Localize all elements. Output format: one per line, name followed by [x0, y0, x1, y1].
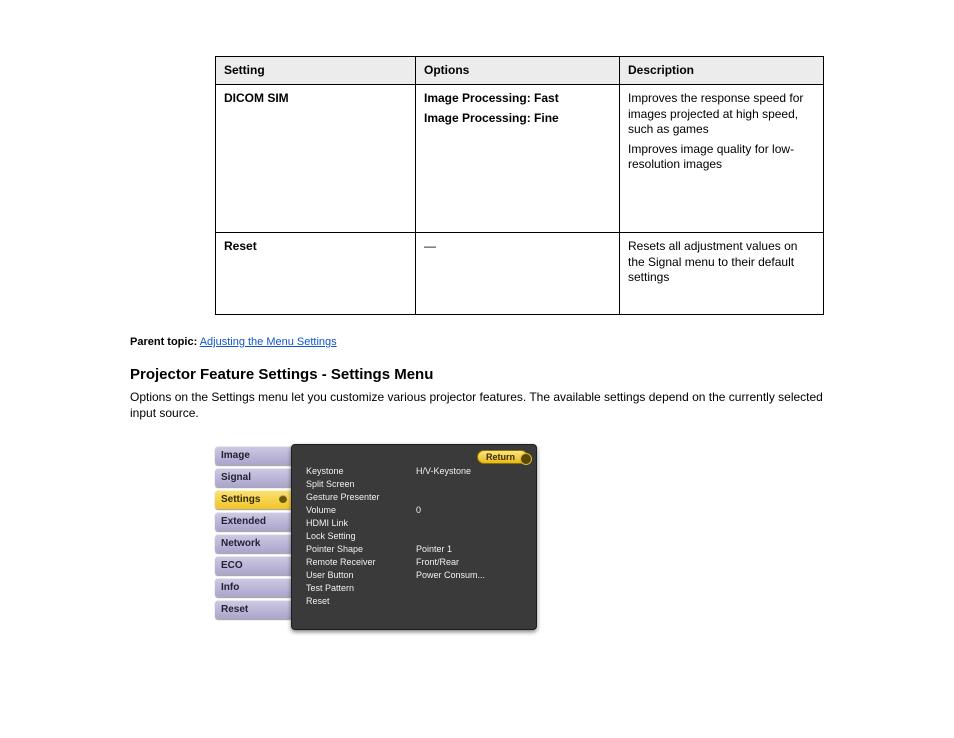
- osd-item-value: Pointer 1: [416, 543, 526, 556]
- osd-item-receiver[interactable]: Remote Receiver Front/Rear: [306, 556, 526, 569]
- option-line: Image Processing: Fine: [424, 111, 611, 127]
- osd-item-value: Front/Rear: [416, 556, 526, 569]
- osd-item-value: Power Consum...: [416, 569, 526, 582]
- osd-item-lock[interactable]: Lock Setting: [306, 530, 526, 543]
- osd-tab-extended[interactable]: Extended: [215, 512, 291, 531]
- desc-line: Resets all adjustment values on the Sign…: [628, 239, 815, 286]
- osd-item-label: Remote Receiver: [306, 556, 416, 569]
- osd-item-keystone[interactable]: Keystone H/V-Keystone: [306, 465, 526, 478]
- osd-item-volume[interactable]: Volume 0: [306, 504, 526, 517]
- projector-menu-screenshot: Image Signal Settings Extended Network E…: [215, 444, 537, 634]
- osd-panel: Return Keystone H/V-Keystone Split Scree…: [291, 444, 537, 630]
- option-line: Image Processing: Fast: [424, 91, 611, 107]
- osd-item-splitscreen[interactable]: Split Screen: [306, 478, 526, 491]
- desc-line: Improves image quality for low-resolutio…: [628, 142, 815, 173]
- osd-tab-info[interactable]: Info: [215, 578, 291, 597]
- osd-tab-network[interactable]: Network: [215, 534, 291, 553]
- table-header-row: Setting Options Description: [216, 57, 824, 85]
- osd-tab-settings[interactable]: Settings: [215, 490, 291, 509]
- osd-return-button[interactable]: Return: [477, 450, 528, 464]
- parent-topic: Parent topic: Adjusting the Menu Setting…: [130, 336, 337, 348]
- option-line: —: [424, 239, 611, 255]
- osd-tab-eco[interactable]: ECO: [215, 556, 291, 575]
- col-header-options: Options: [416, 57, 620, 85]
- setting-name: Reset: [224, 239, 407, 255]
- osd-item-label: Keystone: [306, 465, 416, 478]
- desc-line: Improves the response speed for images p…: [628, 91, 815, 138]
- signal-settings-table: Setting Options Description DICOM SIM Im…: [215, 56, 824, 315]
- osd-tab-image[interactable]: Image: [215, 446, 291, 465]
- osd-item-label: User Button: [306, 569, 416, 582]
- osd-return-label: Return: [486, 452, 515, 462]
- enter-icon: [520, 453, 532, 465]
- table-row: DICOM SIM Image Processing: Fast Image P…: [216, 85, 824, 233]
- osd-item-gesture[interactable]: Gesture Presenter: [306, 491, 526, 504]
- osd-item-pointer[interactable]: Pointer Shape Pointer 1: [306, 543, 526, 556]
- osd-item-label: Pointer Shape: [306, 543, 416, 556]
- osd-item-label: Lock Setting: [306, 530, 416, 543]
- section-title: Projector Feature Settings - Settings Me…: [130, 366, 830, 383]
- osd-item-testpattern[interactable]: Test Pattern: [306, 582, 526, 595]
- osd-tab-signal[interactable]: Signal: [215, 468, 291, 487]
- osd-item-label: Test Pattern: [306, 582, 416, 595]
- osd-sidebar: Image Signal Settings Extended Network E…: [215, 446, 291, 622]
- section-subtitle: Options on the Settings menu let you cus…: [130, 389, 830, 421]
- osd-item-value: 0: [416, 504, 526, 517]
- osd-item-reset[interactable]: Reset: [306, 595, 526, 608]
- osd-item-label: Reset: [306, 595, 416, 608]
- col-header-description: Description: [620, 57, 824, 85]
- osd-item-list: Keystone H/V-Keystone Split Screen Gestu…: [306, 465, 526, 608]
- col-header-setting: Setting: [216, 57, 416, 85]
- osd-item-value: H/V-Keystone: [416, 465, 526, 478]
- osd-tab-reset[interactable]: Reset: [215, 600, 291, 619]
- osd-item-userbutton[interactable]: User Button Power Consum...: [306, 569, 526, 582]
- osd-item-label: Split Screen: [306, 478, 416, 491]
- parent-topic-label: Parent topic:: [130, 336, 197, 348]
- table-row: Reset — Resets all adjustment values on …: [216, 233, 824, 315]
- parent-topic-link[interactable]: Adjusting the Menu Settings: [200, 336, 337, 348]
- osd-item-label: Volume: [306, 504, 416, 517]
- osd-item-label: HDMI Link: [306, 517, 416, 530]
- setting-name: DICOM SIM: [224, 91, 407, 107]
- osd-item-hdmi[interactable]: HDMI Link: [306, 517, 526, 530]
- osd-item-label: Gesture Presenter: [306, 491, 416, 504]
